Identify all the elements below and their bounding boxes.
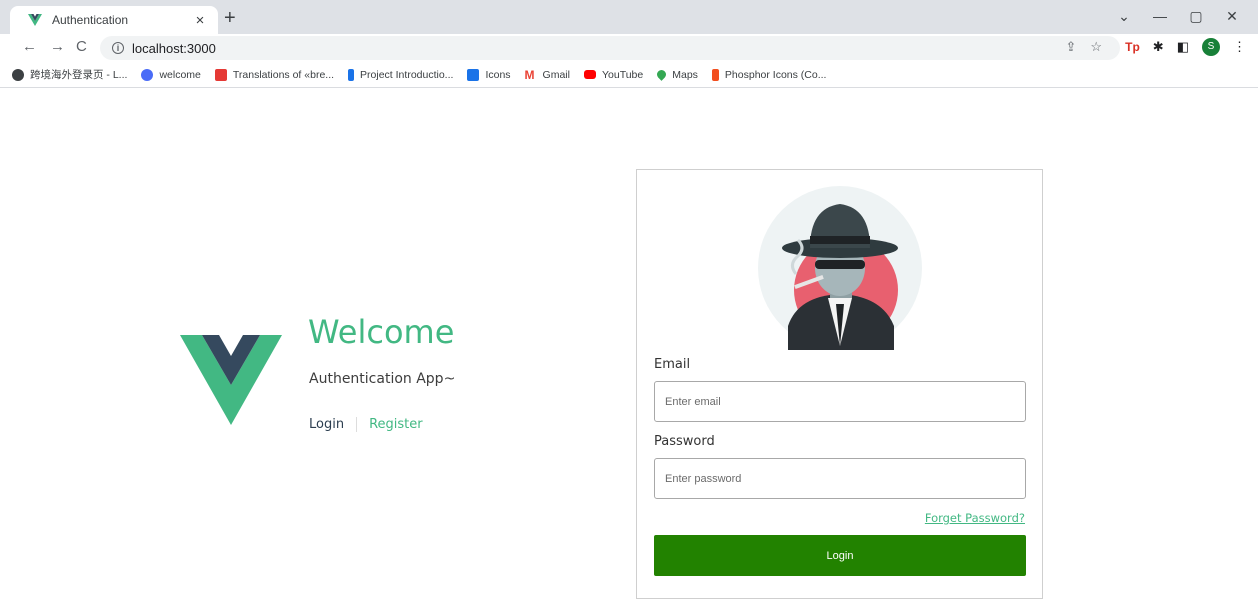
- login-button[interactable]: Login: [654, 535, 1026, 576]
- welcome-title: Welcome: [308, 313, 455, 351]
- globe-icon: [12, 68, 24, 81]
- close-tab-icon[interactable]: ×: [192, 12, 208, 29]
- tp-extension-icon[interactable]: Tp: [1125, 40, 1140, 54]
- bookmark-item[interactable]: Phosphor Icons (Co...: [711, 68, 826, 81]
- window-controls: ⌄ — ▢ ✕: [1106, 4, 1250, 28]
- email-input[interactable]: [654, 381, 1026, 422]
- bookmark-star-icon[interactable]: ☆: [1090, 39, 1102, 55]
- auth-nav: Login Register: [309, 417, 423, 432]
- restore-button[interactable]: ▢: [1178, 4, 1214, 28]
- vue-favicon-icon: [28, 14, 42, 26]
- login-card: Email Password Forget Password? Login: [636, 169, 1043, 599]
- menu-dots-icon[interactable]: ⋮: [1233, 39, 1246, 55]
- tab-search-icon[interactable]: ⌄: [1106, 4, 1142, 28]
- extensions-area: Tp ✱ ◧ S ⋮: [1125, 38, 1246, 56]
- app-icon: [141, 68, 154, 81]
- address-bar[interactable]: i localhost:3000 ⇪ ☆: [100, 36, 1120, 60]
- browser-toolbar: ← → C i localhost:3000 ⇪ ☆ Tp ✱ ◧ S ⋮: [0, 34, 1258, 62]
- maps-icon: [655, 68, 669, 81]
- translate-icon: [214, 68, 227, 81]
- puzzle-extensions-icon[interactable]: ✱: [1153, 39, 1164, 55]
- bookmark-item[interactable]: Project Introductio...: [348, 68, 453, 81]
- gmail-icon: M: [524, 67, 535, 82]
- doc-icon: [348, 68, 355, 81]
- minimize-button[interactable]: —: [1142, 4, 1178, 28]
- close-window-button[interactable]: ✕: [1214, 4, 1250, 28]
- register-link[interactable]: Register: [357, 417, 423, 432]
- password-input[interactable]: [654, 458, 1026, 499]
- login-link[interactable]: Login: [309, 417, 358, 432]
- icons-icon: [467, 68, 480, 81]
- back-icon[interactable]: ←: [22, 38, 37, 55]
- tab-strip: Authentication × + ⌄ — ▢ ✕: [0, 0, 1258, 34]
- bookmark-item[interactable]: Translations of «bre...: [214, 68, 334, 81]
- tab-title: Authentication: [52, 13, 129, 27]
- bookmark-item[interactable]: 跨境海外登录页 - L...: [12, 67, 127, 82]
- vue-logo-icon: [180, 335, 282, 425]
- reload-icon[interactable]: C: [76, 38, 87, 55]
- bookmark-item[interactable]: YouTube: [583, 69, 643, 81]
- bookmark-item[interactable]: welcome: [141, 68, 201, 81]
- youtube-icon: [583, 70, 596, 79]
- app-subtitle: Authentication App~: [309, 371, 456, 387]
- forward-icon[interactable]: →: [50, 38, 65, 55]
- browser-tab[interactable]: Authentication ×: [10, 6, 218, 34]
- bookmark-item[interactable]: Icons: [467, 68, 511, 81]
- profile-avatar[interactable]: S: [1202, 38, 1220, 56]
- bookmark-item[interactable]: Maps: [655, 68, 698, 81]
- side-panel-icon[interactable]: ◧: [1177, 39, 1189, 55]
- new-tab-button[interactable]: +: [224, 7, 236, 30]
- bookmark-item[interactable]: M Gmail: [525, 69, 570, 81]
- detective-avatar-icon: [758, 186, 922, 350]
- figma-icon: [711, 68, 719, 81]
- password-label: Password: [654, 434, 715, 449]
- forget-password-link[interactable]: Forget Password?: [925, 511, 1025, 525]
- share-icon[interactable]: ⇪: [1065, 39, 1076, 55]
- url-text: localhost:3000: [132, 40, 216, 56]
- omnibox-actions: ⇪ ☆: [1065, 39, 1102, 55]
- email-label: Email: [654, 357, 691, 372]
- info-icon[interactable]: i: [112, 42, 124, 54]
- bookmarks-bar: 跨境海外登录页 - L... welcome Translations of «…: [0, 62, 1258, 88]
